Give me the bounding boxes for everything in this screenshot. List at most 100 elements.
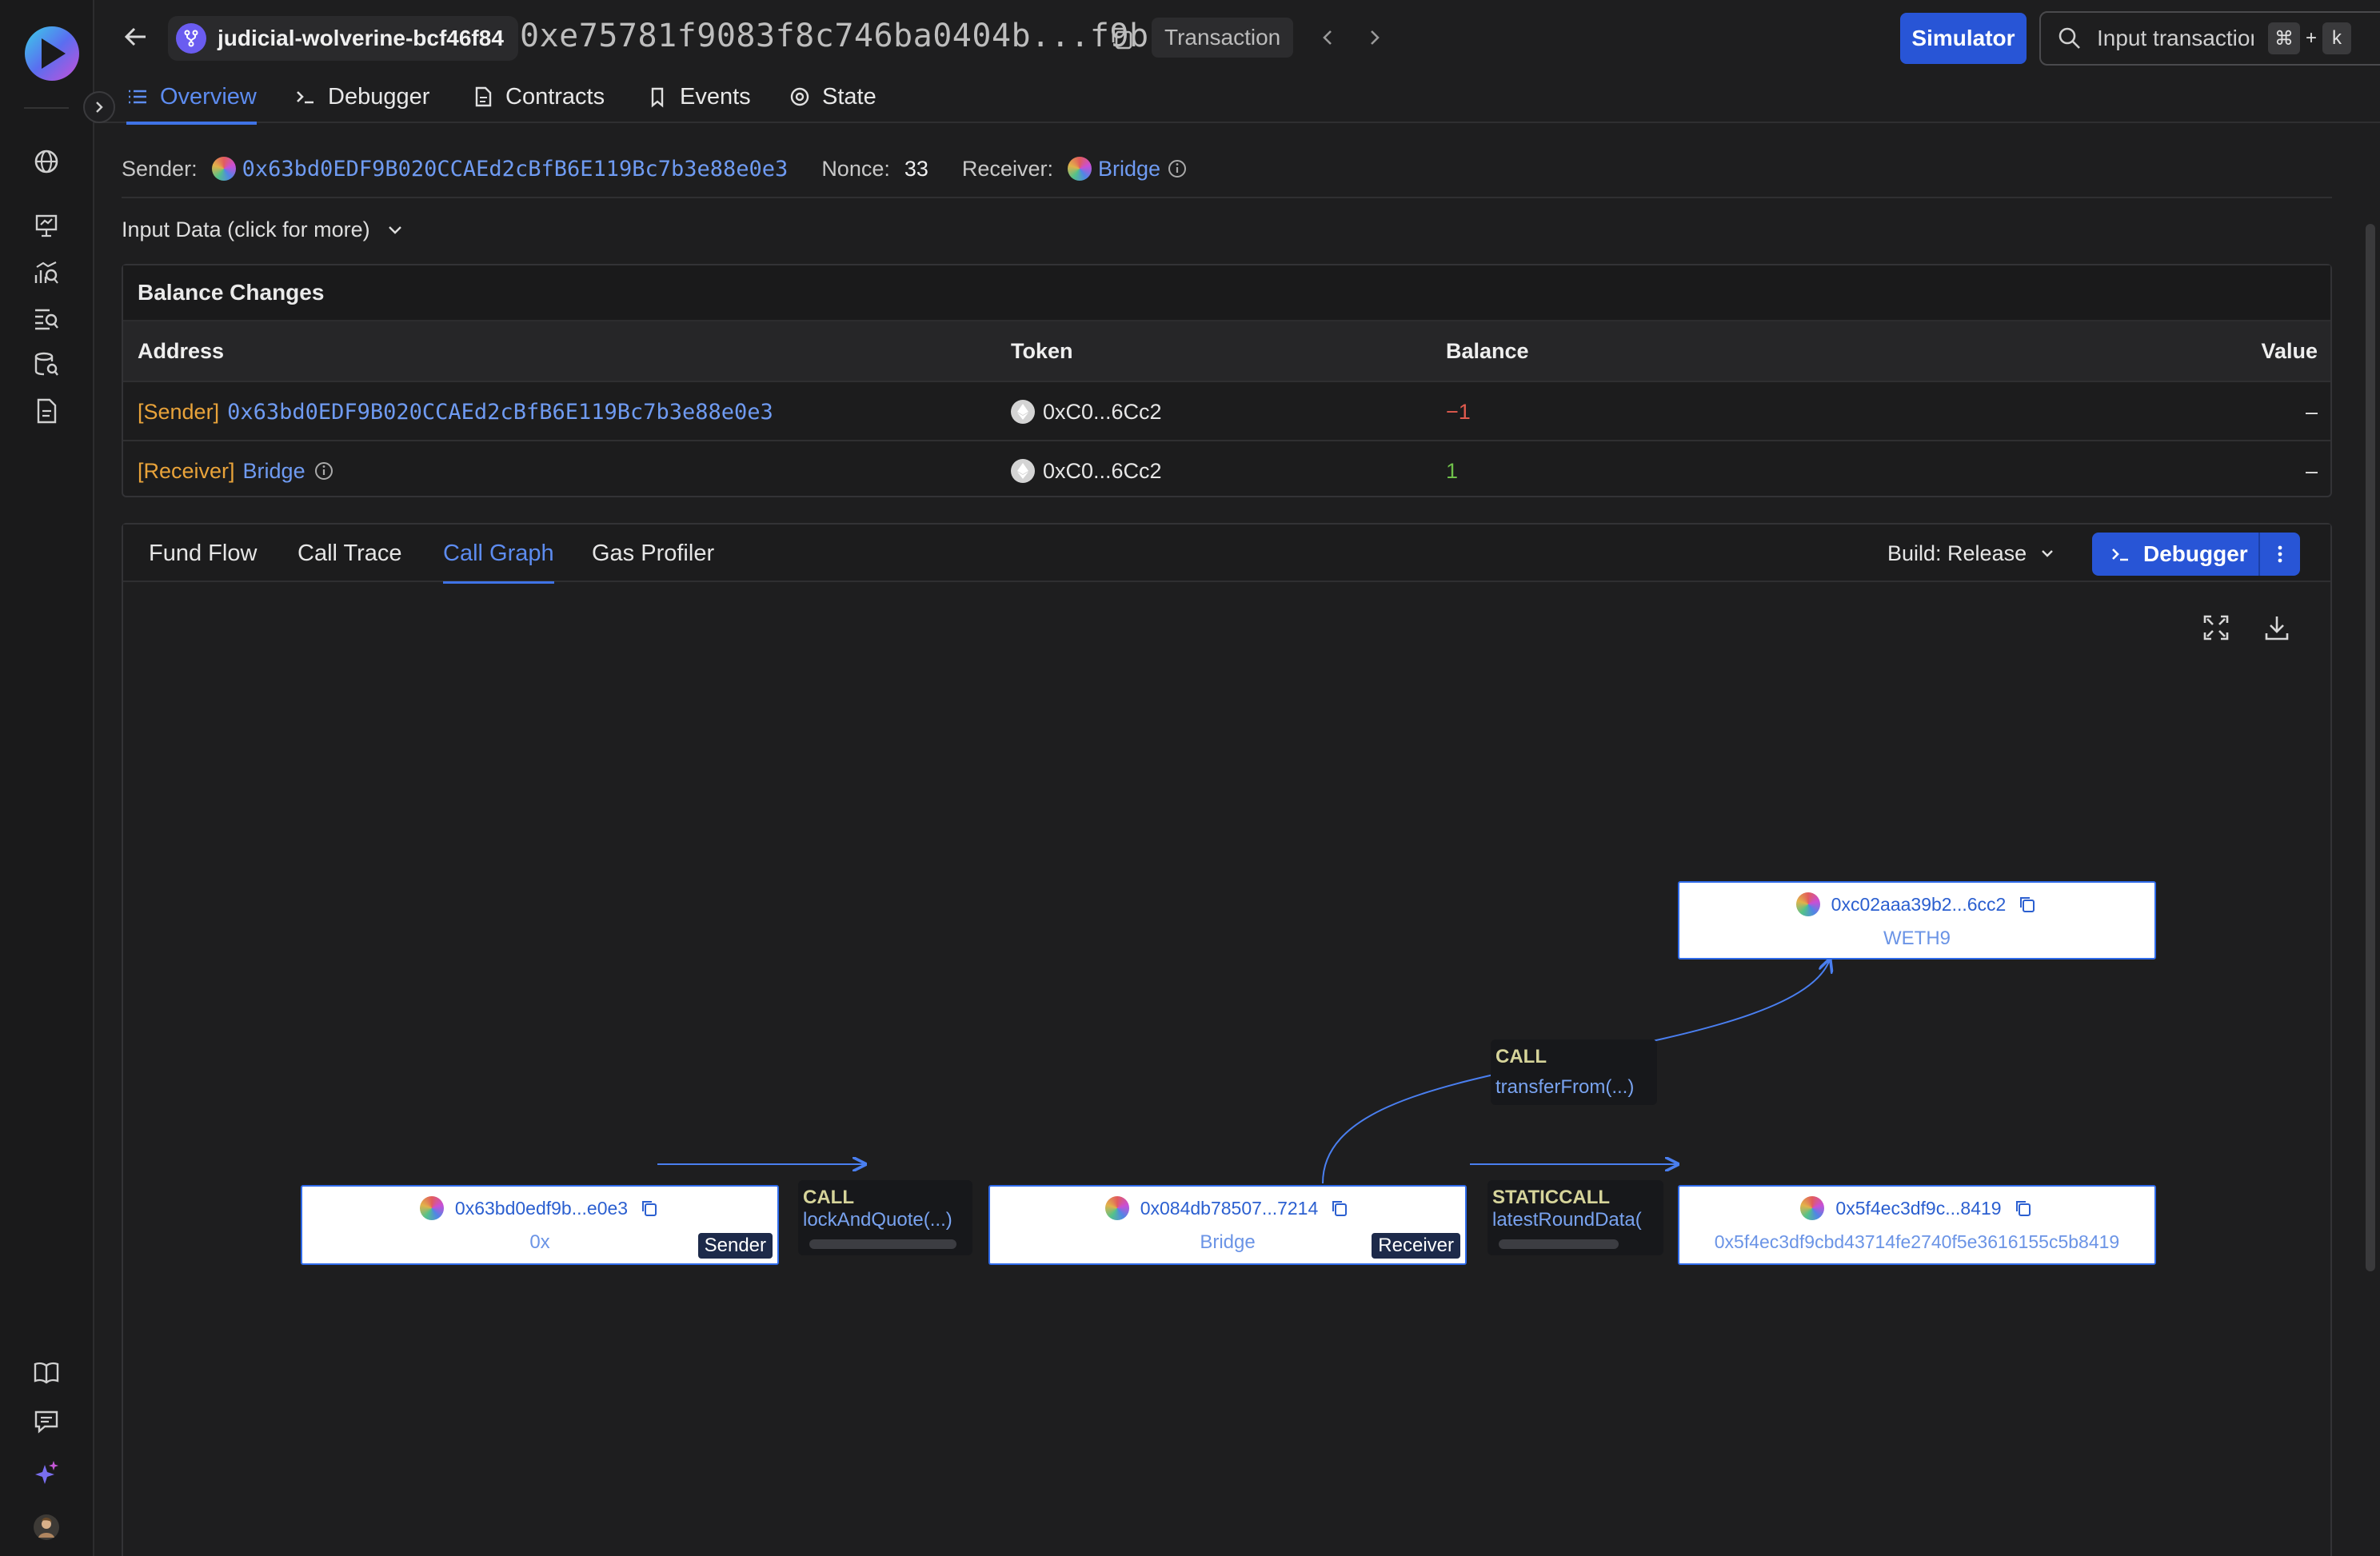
balance-changes-panel: Balance Changes Address Token Balance Va… — [122, 264, 2332, 497]
chevron-down-icon — [388, 225, 401, 234]
node-avatar — [1795, 892, 1820, 916]
database-search-icon[interactable] — [32, 350, 61, 379]
expand-sidebar-button[interactable] — [83, 91, 115, 123]
simulator-button[interactable]: Simulator — [1900, 13, 2027, 64]
chevron-right-icon — [96, 102, 103, 113]
address-cell: [Receiver] Bridge — [138, 441, 334, 501]
sender-address-link[interactable]: 0x63bd0EDF9B020CCAEd2cBfB6E119Bc7b3e88e0… — [242, 157, 789, 182]
sparkle-icon[interactable] — [32, 1458, 61, 1487]
balance-value: 1 — [1446, 458, 1459, 483]
tab-fund-flow[interactable]: Fund Flow — [149, 525, 257, 582]
tab-state-label: State — [822, 83, 877, 110]
node-header: 0x63bd0edf9b...e0e3 — [302, 1196, 777, 1220]
col-address: Address — [138, 338, 225, 363]
next-transaction-button[interactable] — [1361, 24, 1388, 51]
debugger-button-label: Debugger — [2143, 541, 2248, 566]
node-address: 0x63bd0edf9b...e0e3 — [454, 1197, 629, 1219]
tab-contracts[interactable]: Contracts — [472, 70, 605, 123]
address-link[interactable]: 0x63bd0EDF9B020CCAEd2cBfB6E119Bc7b3e88e0… — [227, 400, 773, 425]
document-icon[interactable] — [32, 397, 61, 425]
shortcut-plus: + — [2305, 27, 2317, 49]
app-logo[interactable] — [24, 24, 80, 83]
copy-icon[interactable] — [2013, 1198, 2034, 1219]
tab-gas-profiler[interactable]: Gas Profiler — [592, 525, 714, 582]
edge-function: latestRoundData( — [1492, 1209, 1642, 1231]
search-icon — [2059, 27, 2080, 49]
list-search-icon[interactable] — [32, 304, 61, 333]
transaction-parties: Sender: 0x63bd0EDF9B020CCAEd2cBfB6E119Bc… — [122, 141, 2332, 198]
table-row: [Receiver] Bridge 0xC0...6Cc2 1 – — [123, 440, 2330, 499]
edge-label-lockandquote[interactable]: CALL lockAndQuote(...) — [798, 1180, 972, 1255]
node-address: 0x5f4ec3df9c...8419 — [1835, 1197, 2002, 1219]
tab-call-trace[interactable]: Call Trace — [298, 525, 402, 582]
tab-overview[interactable]: Overview — [126, 70, 257, 125]
copy-icon[interactable] — [639, 1198, 660, 1219]
sender-avatar — [211, 157, 236, 181]
tab-contracts-label: Contracts — [505, 83, 605, 110]
balance-table-header: Address Token Balance Value — [123, 321, 2330, 381]
search-box[interactable]: ⌘ + k — [2039, 11, 2380, 66]
node-header: 0x5f4ec3df9c...8419 — [1679, 1196, 2154, 1220]
tab-events[interactable]: Events — [646, 70, 751, 123]
token-cell[interactable]: 0xC0...6Cc2 — [1011, 441, 1162, 501]
presentation-icon[interactable] — [32, 211, 61, 240]
copy-icon[interactable] — [1329, 1198, 1350, 1219]
terminal-icon — [297, 91, 313, 104]
transaction-hash: 0xe75781f9083f8c746ba0404b...f9b1 — [520, 18, 1169, 54]
edge-label-latestrounddata[interactable]: STATICCALL latestRoundData( — [1488, 1180, 1663, 1255]
address-link[interactable]: Bridge — [243, 459, 305, 484]
node-name: 0x5f4ec3df9cbd43714fe2740f5e3616155c5b84… — [1714, 1231, 2120, 1252]
globe-icon[interactable] — [32, 147, 61, 176]
graph-node-sender[interactable]: 0x63bd0edf9b...e0e3 0x Sender — [301, 1185, 779, 1265]
edge-op: STATICCALL — [1492, 1187, 1611, 1208]
graph-node-weth[interactable]: 0xc02aaa39b2...6cc2 WETH9 — [1678, 881, 2156, 960]
chevron-left-icon — [1323, 30, 1332, 45]
keyboard-shortcut: ⌘ + k — [2268, 22, 2351, 54]
more-options-button[interactable] — [2258, 533, 2300, 576]
node-address: 0x084db78507...7214 — [1140, 1197, 1319, 1219]
build-select-label: Build: Release — [1887, 541, 2027, 565]
tab-call-graph[interactable]: Call Graph — [443, 525, 554, 584]
back-arrow-icon[interactable] — [122, 22, 150, 51]
role-badge: Sender — [697, 1233, 773, 1259]
search-input[interactable] — [2097, 26, 2254, 51]
graph-node-bridge[interactable]: 0x084db78507...7214 Bridge Receiver — [988, 1185, 1467, 1265]
project-selector[interactable]: judicial-wolverine-bcf46f84 — [168, 16, 518, 61]
rail-divider — [24, 107, 69, 109]
user-avatar[interactable] — [32, 1513, 61, 1542]
input-data-label: Input Data (click for more) — [122, 217, 370, 241]
edge-function: transferFrom(...) — [1495, 1076, 1635, 1098]
input-data-toggle[interactable]: Input Data (click for more) — [122, 217, 405, 242]
info-icon[interactable] — [1167, 158, 1188, 179]
info-icon[interactable] — [313, 461, 334, 481]
value-cell: – — [2305, 399, 2318, 424]
copy-icon[interactable] — [2017, 894, 2038, 915]
sender-tag: [Sender] — [138, 399, 220, 424]
address-cell: [Sender] 0x63bd0EDF9B020CCAEd2cBfB6E119B… — [138, 382, 773, 441]
analytics-search-icon[interactable] — [32, 259, 61, 288]
left-rail — [0, 0, 115, 1556]
book-icon[interactable] — [32, 1358, 61, 1386]
receiver-tag: [Receiver] — [138, 458, 235, 483]
tab-state[interactable]: State — [789, 70, 877, 123]
page-scrollbar[interactable] — [2366, 224, 2375, 1271]
edge-label-transferfrom[interactable]: CALL transferFrom(...) — [1491, 1039, 1657, 1105]
receiver-label: Receiver: — [961, 156, 1053, 181]
build-select[interactable]: Build: Release — [1887, 525, 2057, 582]
token-address: 0xC0...6Cc2 — [1043, 458, 1162, 483]
shortcut-key-k: k — [2322, 22, 2351, 54]
token-cell[interactable]: 0xC0...6Cc2 — [1011, 382, 1162, 441]
top-header: judicial-wolverine-bcf46f84 0xe75781f908… — [94, 0, 2380, 77]
transaction-badge: Transaction — [1152, 18, 1294, 58]
tab-debugger[interactable]: Debugger — [294, 70, 429, 123]
receiver-link[interactable]: Bridge — [1098, 157, 1160, 182]
edge-op: CALL — [803, 1187, 854, 1208]
open-debugger-button[interactable]: Debugger — [2092, 541, 2258, 567]
node-avatar — [1104, 1196, 1129, 1220]
eth-icon — [1011, 459, 1035, 483]
graph-node-oracle[interactable]: 0x5f4ec3df9c...8419 0x5f4ec3df9cbd43714f… — [1678, 1185, 2156, 1265]
feedback-icon[interactable] — [32, 1407, 61, 1436]
previous-transaction-button[interactable] — [1315, 24, 1342, 51]
table-row: [Sender] 0x63bd0EDF9B020CCAEd2cBfB6E119B… — [123, 381, 2330, 440]
copy-icon[interactable] — [1107, 22, 1137, 53]
